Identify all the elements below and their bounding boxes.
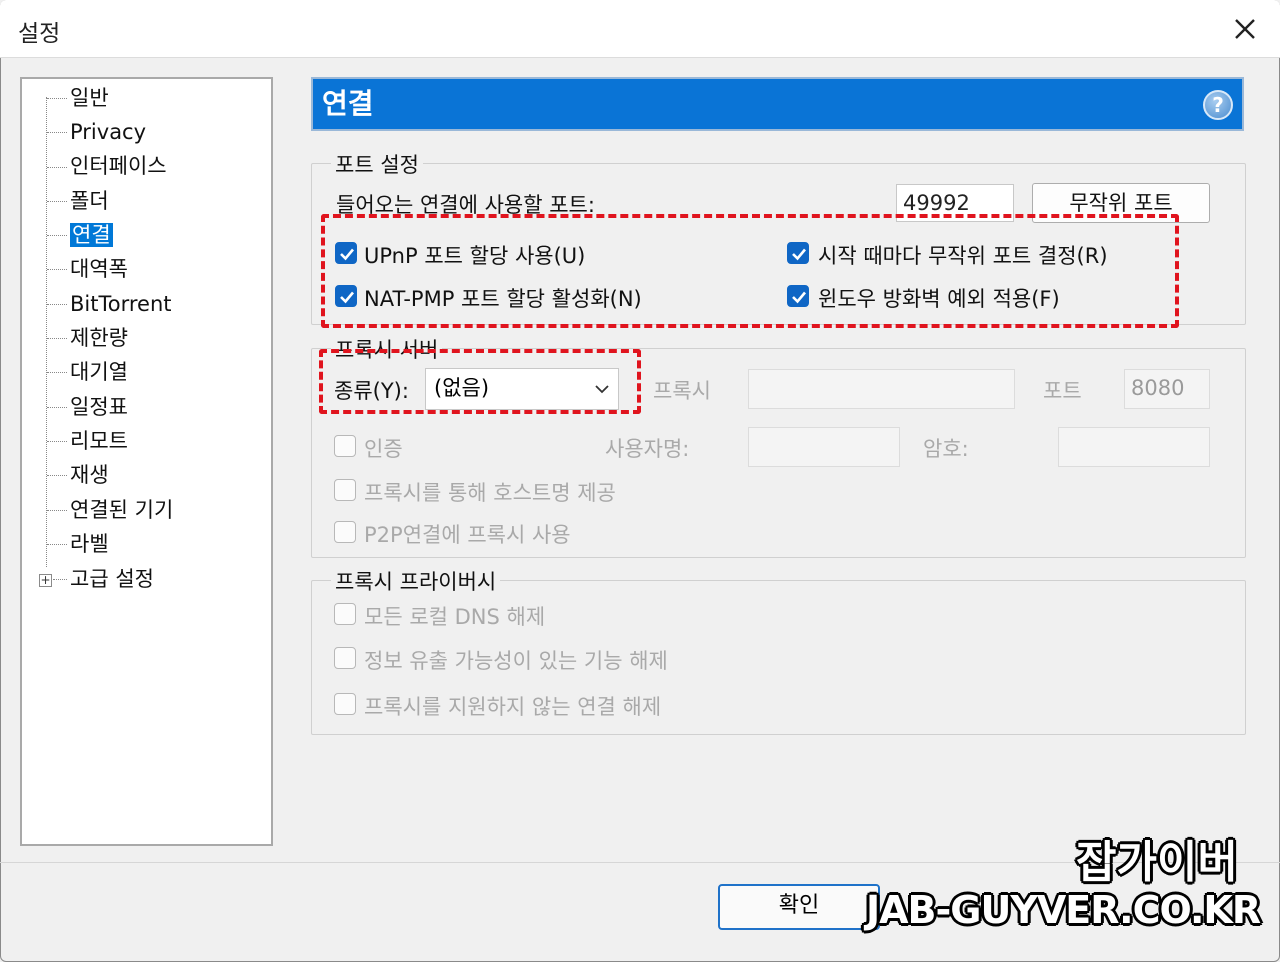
close-button[interactable] — [1222, 8, 1268, 50]
close-icon — [1235, 19, 1255, 39]
tree-item-bittorrent[interactable]: BitTorrent — [70, 288, 171, 320]
tree-guide-line — [47, 475, 67, 476]
tree-guide-line — [47, 441, 67, 442]
category-tree: 일반 Privacy 인터페이스 폴더 연결 대역폭 BitTorrent 제한… — [20, 77, 273, 846]
tree-guide-line — [47, 338, 67, 339]
leak-label: 정보 유출 가능성이 있는 기능 해제 — [364, 649, 668, 673]
password-label: 암호: — [923, 437, 969, 461]
proxy-host-label: 프록시 — [653, 379, 711, 403]
hostname-label: 프록시를 통해 호스트명 제공 — [364, 481, 616, 505]
tree-item-paired-devices[interactable]: 연결된 기기 — [70, 494, 173, 526]
highlight-proxy-type — [319, 349, 641, 414]
tree-guide-line — [47, 304, 67, 305]
tree-guide-line — [47, 544, 67, 545]
auth-checkbox[interactable] — [334, 435, 356, 457]
tree-guide-line — [47, 167, 67, 168]
expand-icon[interactable]: + — [39, 574, 52, 587]
tree-item-general[interactable]: 일반 — [70, 82, 109, 114]
tree-item-transfer-cap[interactable]: 제한량 — [70, 322, 128, 354]
tree-item-interface[interactable]: 인터페이스 — [70, 150, 167, 182]
highlight-port-options — [321, 214, 1179, 328]
unsupported-checkbox[interactable] — [334, 693, 356, 715]
tree-guide-line — [53, 579, 67, 580]
tree-guide-line — [47, 98, 67, 99]
proxy-port-field[interactable]: 8080 — [1124, 369, 1210, 409]
watermark-title: 잡가이버 — [1076, 837, 1238, 888]
tree-guide-line — [47, 372, 67, 373]
tree-guide-line — [47, 235, 67, 236]
watermark-url: JAB-GUYVER.CO.KR — [866, 888, 1261, 932]
proxy-host-field[interactable] — [748, 369, 1015, 409]
unsupported-label: 프록시를 지원하지 않는 연결 해제 — [364, 695, 662, 719]
tree-item-scheduler[interactable]: 일정표 — [70, 391, 128, 423]
port-settings-title: 포트 설정 — [331, 149, 423, 179]
title-bar — [0, 0, 1280, 58]
tree-item-connection[interactable]: 연결 — [70, 219, 113, 251]
tree-item-remote[interactable]: 리모트 — [70, 425, 128, 457]
tree-item-advanced[interactable]: 고급 설정 — [70, 563, 154, 595]
ok-button[interactable]: 확인 — [718, 884, 880, 930]
proxy-port-label: 포트 — [1043, 379, 1082, 403]
tree-guide-line — [47, 510, 67, 511]
tree-guide-line — [47, 132, 67, 133]
auth-label: 인증 — [364, 437, 403, 461]
tree-item-folders[interactable]: 폴더 — [70, 185, 109, 217]
p2p-proxy-label: P2P연결에 프록시 사용 — [364, 523, 571, 547]
dns-label: 모든 로컬 DNS 해제 — [364, 605, 546, 629]
p2p-proxy-checkbox[interactable] — [334, 521, 356, 543]
tree-item-labels[interactable]: 라벨 — [70, 528, 109, 560]
password-field[interactable] — [1058, 427, 1210, 467]
hostname-checkbox[interactable] — [334, 479, 356, 501]
tree-guide-line — [47, 201, 67, 202]
tree-item-queueing[interactable]: 대기열 — [70, 356, 128, 388]
username-label: 사용자명: — [605, 437, 690, 461]
username-field[interactable] — [748, 427, 900, 467]
tree-item-privacy[interactable]: Privacy — [70, 116, 146, 148]
window-title: 설정 — [18, 21, 61, 47]
tree-item-playback[interactable]: 재생 — [70, 459, 109, 491]
tree-guide-line — [47, 407, 67, 408]
section-header — [311, 77, 1244, 131]
tree-guide-line — [47, 269, 67, 270]
help-icon[interactable]: ? — [1203, 90, 1233, 120]
proxy-privacy-title: 프록시 프라이버시 — [331, 566, 501, 596]
tree-item-bandwidth[interactable]: 대역폭 — [70, 253, 128, 285]
section-title: 연결 — [322, 87, 374, 120]
dns-checkbox[interactable] — [334, 603, 356, 625]
leak-checkbox[interactable] — [334, 647, 356, 669]
